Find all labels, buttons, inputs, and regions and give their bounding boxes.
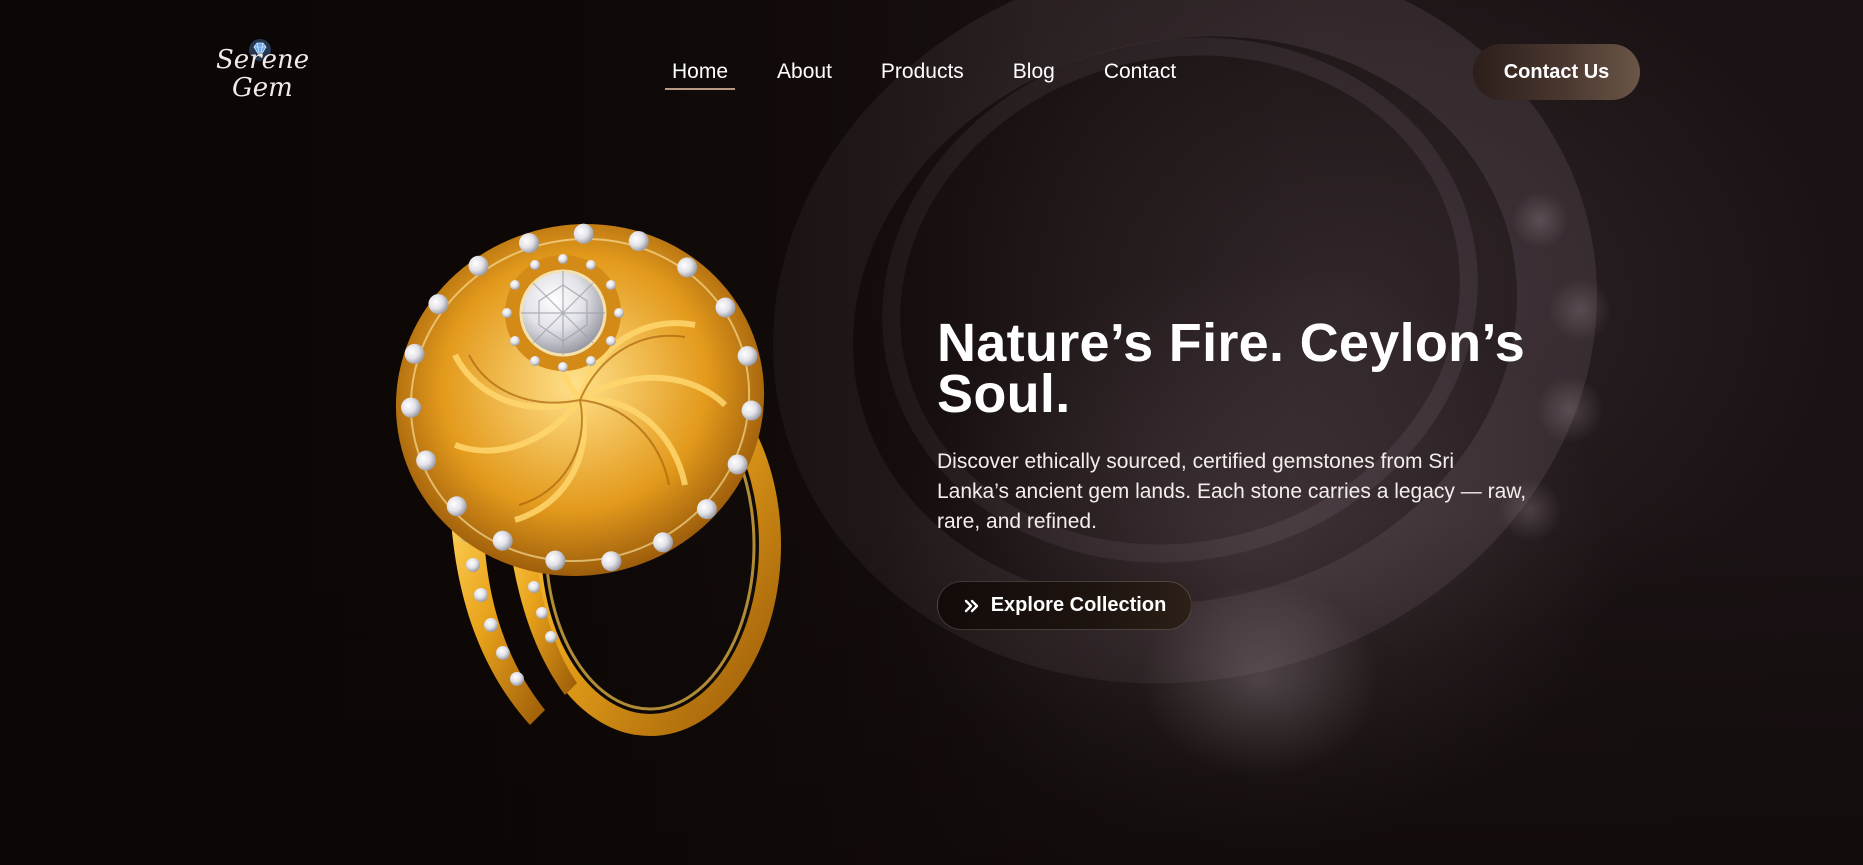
explore-collection-label: Explore Collection (990, 594, 1167, 616)
brand-wordmark-line2: Gem (232, 73, 293, 103)
nav-item-home[interactable]: Home (665, 56, 736, 90)
explore-collection-button[interactable]: Explore Collection (937, 581, 1192, 630)
contact-us-button[interactable]: Contact Us (1473, 44, 1640, 100)
site-header: Serene Gem Home About Products Blog Cont… (0, 0, 1863, 145)
brand-wordmark-line1: Serene (216, 45, 310, 75)
brand-wordmark: Serene Gem (216, 46, 309, 102)
main-nav: Home About Products Blog Contact (665, 56, 1218, 90)
nav-item-products[interactable]: Products (874, 56, 971, 90)
nav-item-about[interactable]: About (770, 56, 839, 90)
nav-item-contact[interactable]: Contact (1097, 56, 1183, 90)
double-chevron-right-icon (964, 599, 978, 612)
nav-item-blog[interactable]: Blog (1006, 56, 1062, 90)
brand-logo[interactable]: Serene Gem (212, 38, 309, 112)
hero-description: Discover ethically sourced, certified ge… (937, 450, 1527, 533)
gold-ring-image (395, 223, 781, 736)
hero-title: Nature’s Fire. Ceylon’s Soul. (937, 313, 1526, 424)
